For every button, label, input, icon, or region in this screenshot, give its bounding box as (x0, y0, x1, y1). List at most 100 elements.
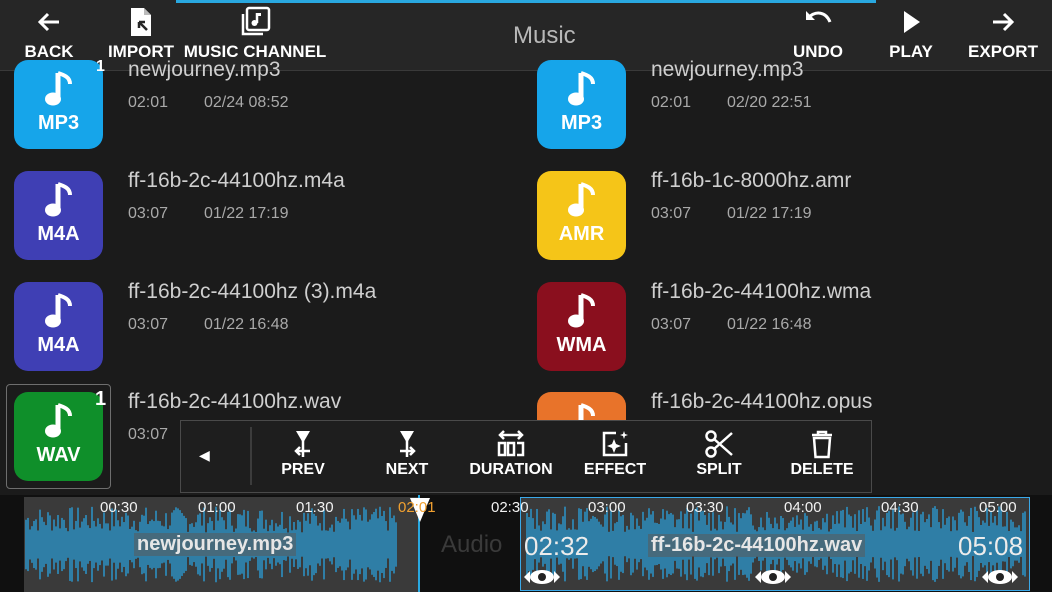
file-name: ff-16b-2c-44100hz.wav (128, 390, 342, 413)
file-name: ff-16b-2c-44100hz.opus (651, 390, 873, 413)
file-name: ff-16b-2c-44100hz.m4a (128, 169, 345, 192)
selection-count-badge: 1 (96, 58, 105, 75)
file-type-icon: WMA (537, 282, 626, 371)
file-name: ff-16b-1c-8000hz.amr (651, 169, 852, 192)
file-date: 02/24 08:52 (204, 94, 289, 111)
file-type-icon: MP3 (14, 60, 103, 149)
music-note-icon (567, 182, 595, 217)
undo-icon (806, 11, 832, 23)
file-name: newjourney.mp3 (651, 58, 804, 81)
split-label: SPLIT (696, 461, 742, 478)
file-duration: 03:07 (651, 205, 692, 222)
file-date: 01/22 16:48 (204, 316, 289, 333)
time-tick: 01:00 (198, 499, 236, 516)
next-label: NEXT (385, 461, 429, 478)
audio-track-placeholder: Audio (441, 531, 503, 558)
file-ext-label: M4A (37, 223, 80, 245)
clip2-start-time: 02:32 (524, 531, 590, 561)
file-duration: 03:07 (651, 316, 692, 333)
file-item[interactable]: MP3 newjourney.mp3 02:01 02/20 22:51 (537, 58, 1037, 160)
clip2-label: ff-16b-2c-44100hz.wav (648, 534, 866, 557)
clip1-label: newjourney.mp3 (134, 533, 297, 556)
left-handle-eye-icon[interactable] (522, 567, 562, 587)
file-duration: 02:01 (128, 94, 169, 111)
file-type-icon: M4A (14, 171, 103, 260)
import-file-icon (131, 8, 151, 36)
music-note-icon (567, 71, 595, 106)
prev-label: PREV (281, 461, 325, 478)
file-item[interactable]: MP3 newjourney.mp3 02:01 02/24 08:52 (14, 58, 514, 160)
middle-handle-eye-icon[interactable] (753, 567, 793, 587)
file-date: 01/22 17:19 (727, 205, 812, 222)
file-item[interactable]: AMR ff-16b-1c-8000hz.amr 03:07 01/22 17:19 (537, 169, 1037, 271)
music-note-icon (44, 293, 72, 328)
duration-button[interactable]: DURATION (461, 429, 561, 479)
timeline[interactable]: 00:30 01:00 01:30 02:30 03:00 03:30 04:0… (0, 495, 1052, 592)
undo-button[interactable]: UNDO (786, 6, 850, 66)
play-label: PLAY (889, 42, 933, 61)
time-tick: 01:30 (296, 499, 334, 516)
file-duration: 03:07 (128, 316, 169, 333)
effect-button[interactable]: EFFECT (565, 429, 665, 479)
duration-icon (497, 430, 525, 457)
divider (250, 427, 252, 485)
file-item[interactable]: M4A ff-16b-2c-44100hz.m4a 03:07 01/22 17:19 (14, 169, 514, 271)
top-progress-bar (176, 0, 876, 3)
file-duration: 03:07 (128, 426, 169, 443)
file-name: newjourney.mp3 (128, 58, 281, 81)
file-duration: 02:01 (651, 94, 692, 111)
split-button[interactable]: SPLIT (669, 429, 769, 479)
time-tick: 04:30 (881, 499, 919, 516)
export-label: EXPORT (968, 42, 1038, 61)
file-date: 01/22 16:48 (727, 316, 812, 333)
delete-button[interactable]: DELETE (772, 429, 872, 479)
music-note-icon (44, 71, 72, 106)
play-button[interactable]: PLAY (880, 6, 942, 66)
back-button[interactable]: BACK (12, 6, 86, 66)
file-ext-label: AMR (558, 223, 605, 245)
effect-sparkle-icon (602, 431, 628, 457)
collapse-arrow-icon[interactable]: ◀ (199, 447, 210, 464)
file-name: ff-16b-2c-44100hz.wma (651, 280, 872, 303)
export-button[interactable]: EXPORT (966, 6, 1040, 66)
music-channel-button[interactable]: MUSIC CHANNEL (184, 6, 326, 66)
duration-label: DURATION (469, 461, 553, 478)
right-handle-eye-icon[interactable] (980, 567, 1020, 587)
selection-count-badge: 1 (95, 388, 107, 410)
time-tick: 03:00 (588, 499, 626, 516)
import-button[interactable]: IMPORT (104, 6, 178, 66)
play-icon (904, 11, 920, 33)
file-date: 01/22 17:19 (204, 205, 289, 222)
file-item[interactable]: M4A ff-16b-2c-44100hz (3).m4a 03:07 01/22 1… (14, 280, 514, 382)
file-type-icon: AMR (537, 171, 626, 260)
file-ext-label: WMA (556, 334, 607, 356)
playhead-time: 02:01 (398, 499, 436, 516)
next-button[interactable]: NEXT (357, 429, 457, 479)
file-duration: 03:07 (128, 205, 169, 222)
effect-label: EFFECT (583, 461, 647, 478)
back-label: BACK (24, 42, 74, 61)
time-tick: 03:30 (686, 499, 724, 516)
music-note-icon (44, 182, 72, 217)
trash-icon (812, 430, 832, 459)
file-ext-label: M4A (37, 334, 80, 356)
file-type-icon: MP3 (537, 60, 626, 149)
file-item[interactable]: WMA ff-16b-2c-44100hz.wma 03:07 01/22 16:48 (537, 280, 1037, 382)
music-note-icon (567, 293, 595, 328)
arrow-right-icon (993, 12, 1015, 32)
clip-action-toolbar: ◀ PREV NEXT DURATION EFFECT SPLIT DELETE (180, 420, 872, 493)
clip2-end-time: 05:08 (958, 531, 1024, 561)
music-library-icon (241, 6, 271, 36)
time-tick: 02:30 (491, 499, 529, 516)
time-tick: 05:00 (979, 499, 1017, 516)
delete-label: DELETE (790, 461, 854, 478)
file-name: ff-16b-2c-44100hz (3).m4a (128, 280, 377, 303)
page-title: Music (513, 22, 576, 49)
arrow-left-icon (37, 12, 59, 32)
file-ext-label: MP3 (560, 112, 603, 134)
file-type-icon: M4A (14, 282, 103, 371)
time-tick: 04:00 (784, 499, 822, 516)
next-marker-icon (400, 431, 416, 457)
time-tick: 00:30 (100, 499, 138, 516)
prev-button[interactable]: PREV (253, 429, 353, 479)
